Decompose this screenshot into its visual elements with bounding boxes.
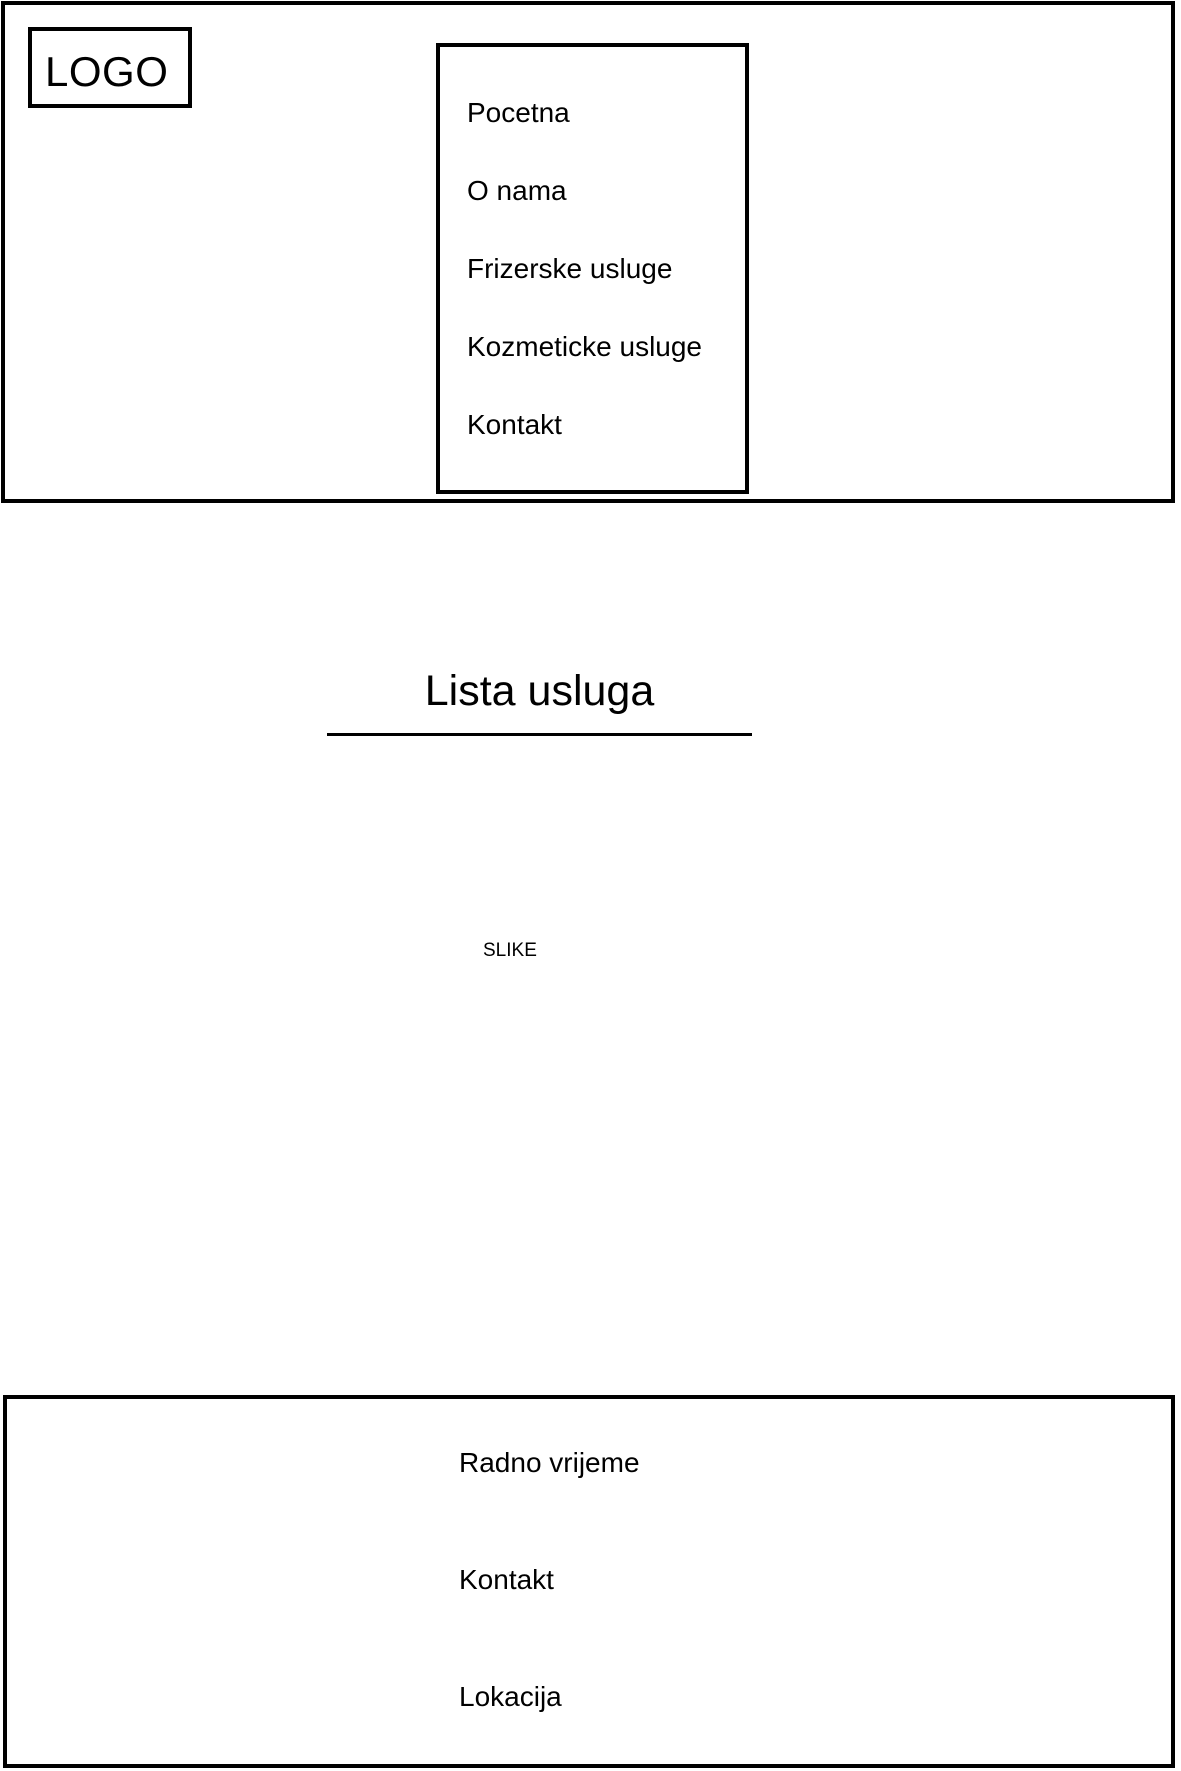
footer-item-lokacija[interactable]: Lokacija — [459, 1683, 562, 1711]
images-placeholder: SLIKE — [483, 940, 537, 961]
logo[interactable]: LOGO — [28, 27, 192, 108]
nav-item-frizerske-usluge[interactable]: Frizerske usluge — [467, 255, 672, 283]
main-nav: Pocetna O nama Frizerske usluge Kozmetic… — [436, 43, 749, 494]
section-title: Lista usluga — [424, 667, 655, 715]
footer-item-radno-vrijeme[interactable]: Radno vrijeme — [459, 1449, 640, 1477]
footer: Radno vrijeme Kontakt Lokacija — [3, 1395, 1175, 1768]
nav-item-pocetna[interactable]: Pocetna — [467, 99, 570, 127]
header: LOGO Pocetna O nama Frizerske usluge Koz… — [1, 1, 1175, 503]
nav-item-kozmeticke-usluge[interactable]: Kozmeticke usluge — [467, 333, 702, 361]
footer-item-kontakt[interactable]: Kontakt — [459, 1566, 554, 1594]
nav-item-o-nama[interactable]: O nama — [467, 177, 567, 205]
title-underline — [327, 733, 752, 736]
nav-item-kontakt[interactable]: Kontakt — [467, 411, 562, 439]
